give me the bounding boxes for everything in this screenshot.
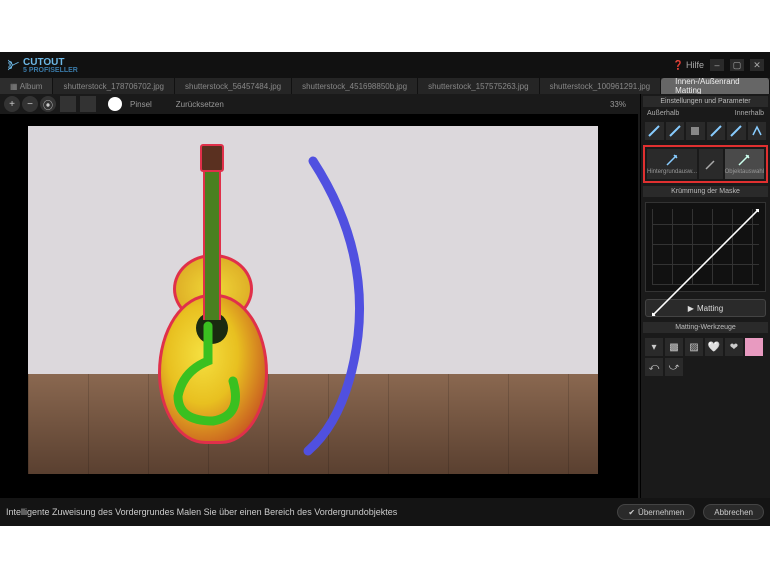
matting-tool[interactable]: ❤ (725, 338, 743, 356)
file-tabbar: ▦ Album shutterstock_178706702.jpg shutt… (0, 78, 770, 94)
file-tab[interactable]: shutterstock_100961291.jpg (540, 78, 662, 94)
maximize-button[interactable]: ▢ (730, 59, 744, 71)
file-tab[interactable]: shutterstock_178706702.jpg (53, 78, 175, 94)
inside-label: Innerhalb (735, 110, 764, 117)
mode-tab-matting[interactable]: Innen-/Außenrand Matting (661, 78, 770, 94)
cancel-button[interactable]: Abbrechen (703, 504, 764, 520)
grid-icon: ▦ (10, 82, 18, 91)
object-select-mode[interactable]: Objektauswahl (725, 149, 764, 179)
tool-slot[interactable] (60, 96, 76, 112)
matting-tool[interactable]: 🤍 (705, 338, 723, 356)
zoom-percent: 33% (610, 100, 626, 109)
outside-label: Außerhalb (647, 110, 679, 117)
zoom-out-button[interactable]: − (22, 96, 38, 112)
app-logo: CUTOUT 5 PROFISELLER (6, 57, 78, 74)
wand-icon (704, 157, 718, 171)
zoom-fit-button[interactable]: ⦿ (40, 96, 56, 112)
background-stroke (298, 156, 378, 456)
apply-button[interactable]: ✔ Übernehmen (617, 504, 695, 520)
tools-header: Matting-Werkzeuge (643, 322, 768, 333)
matting-tool[interactable] (745, 338, 763, 356)
matting-tool-grid: ▾ ▩ ▨ 🤍 ❤ ⤺ ⤻ (643, 336, 768, 378)
help-icon: ❓ (673, 60, 684, 71)
file-tab[interactable]: shutterstock_157575263.jpg (418, 78, 540, 94)
background-select-mode[interactable]: Hintergrundausw... (647, 149, 697, 179)
matting-tool[interactable]: ▨ (685, 338, 703, 356)
edge-tool[interactable] (727, 122, 746, 140)
image-canvas[interactable] (28, 126, 598, 474)
curve-header: Krümmung der Maske (643, 186, 768, 197)
wand-icon (737, 153, 751, 167)
album-label: Album (20, 82, 43, 91)
edge-tool[interactable] (666, 122, 685, 140)
zoom-in-button[interactable]: + (4, 96, 20, 112)
brush-preview (108, 97, 122, 111)
statusbar: Intelligente Zuweisung des Vordergrundes… (0, 498, 770, 526)
brush-label: Pinsel (130, 100, 152, 109)
close-button[interactable]: ✕ (750, 59, 764, 71)
file-tab[interactable]: shutterstock_56457484.jpg (175, 78, 292, 94)
brand-sub: 5 PROFISELLER (23, 68, 78, 74)
edge-tools-row (643, 120, 768, 142)
panel-header: Einstellungen und Parameter (643, 96, 768, 107)
matting-tool[interactable]: ⤺ (645, 358, 663, 376)
minimize-button[interactable]: – (710, 59, 724, 71)
wand-icon (665, 153, 679, 167)
settings-panel: Einstellungen und Parameter Außerhalb In… (640, 94, 770, 498)
file-tab[interactable]: shutterstock_451698850b.jpg (292, 78, 418, 94)
check-icon: ✔ (628, 508, 635, 517)
album-tab[interactable]: ▦ Album (0, 78, 53, 94)
status-hint: Intelligente Zuweisung des Vordergrundes… (6, 507, 609, 517)
edge-tool[interactable] (686, 122, 705, 140)
edge-tool[interactable] (707, 122, 726, 140)
help-label: Hilfe (686, 60, 704, 70)
edge-tool[interactable] (645, 122, 664, 140)
mask-curve-editor[interactable] (645, 202, 766, 292)
wand-mode[interactable] (699, 149, 723, 179)
selection-mode-highlight: Hintergrundausw... Objektauswahl (643, 145, 768, 183)
foreground-stroke (163, 321, 253, 431)
help-button[interactable]: ❓ Hilfe (673, 60, 704, 71)
undo-button[interactable]: Zurücksetzen (176, 100, 224, 109)
matting-tool[interactable]: ⤻ (665, 358, 683, 376)
matting-tool[interactable]: ▩ (665, 338, 683, 356)
edge-tool[interactable] (748, 122, 767, 140)
curve-line (652, 209, 759, 316)
matting-tool[interactable]: ▾ (645, 338, 663, 356)
brand-name: CUTOUT (23, 57, 64, 68)
titlebar: CUTOUT 5 PROFISELLER ❓ Hilfe – ▢ ✕ (0, 52, 770, 78)
scissors-icon (6, 58, 20, 72)
app-window: CUTOUT 5 PROFISELLER ❓ Hilfe – ▢ ✕ ▦ Alb… (0, 52, 770, 526)
canvas-area (0, 114, 638, 498)
tool-slot[interactable] (80, 96, 96, 112)
